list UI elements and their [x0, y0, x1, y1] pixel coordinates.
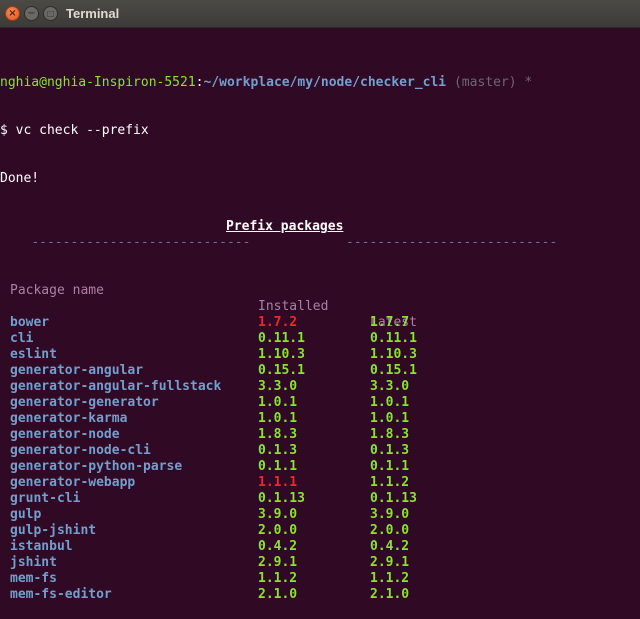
latest-version: 2.1.0	[370, 587, 410, 602]
table-row: grunt-cli 0.1.13 0.1.13	[0, 491, 640, 507]
package-name: generator-angular	[10, 363, 144, 378]
done-message: Done!	[0, 171, 40, 186]
installed-version: 1.7.2	[258, 315, 298, 330]
installed-version: 0.1.1	[258, 459, 298, 474]
package-table-body: bower 1.7.2 1.7.7 cli 0.11.1 0.11.1 eslint 1.10…	[0, 315, 640, 603]
latest-version: 1.1.2	[370, 475, 410, 490]
package-name: istanbul	[10, 539, 73, 554]
installed-version: 1.1.1	[258, 475, 298, 490]
package-name: mem-fs-editor	[10, 587, 112, 602]
installed-version: 1.1.2	[258, 571, 298, 586]
header-package-name: Package name	[10, 283, 104, 298]
table-row: gulp 3.9.0 3.9.0	[0, 507, 640, 523]
installed-version: 2.9.1	[258, 555, 298, 570]
section-divider: ---------------------------- Prefix packa…	[0, 219, 640, 250]
latest-version: 3.3.0	[370, 379, 410, 394]
table-row: istanbul 0.4.2 0.4.2	[0, 539, 640, 555]
package-name: cli	[10, 331, 34, 346]
installed-version: 1.0.1	[258, 395, 298, 410]
latest-version: 1.8.3	[370, 427, 410, 442]
minimize-window-button[interactable]: −	[24, 6, 39, 21]
latest-version: 0.15.1	[370, 363, 417, 378]
package-name: generator-webapp	[10, 475, 136, 490]
table-row: generator-python-parse 0.1.1 0.1.1	[0, 459, 640, 475]
command-line: $ vc check --prefix	[0, 123, 149, 138]
installed-version: 1.10.3	[258, 347, 305, 362]
package-name: bower	[10, 315, 50, 330]
latest-version: 3.9.0	[370, 507, 410, 522]
installed-version: 1.8.3	[258, 427, 298, 442]
installed-version: 3.3.0	[258, 379, 298, 394]
maximize-window-button[interactable]: □	[43, 6, 58, 21]
package-name: mem-fs	[10, 571, 57, 586]
package-name: gulp-jshint	[10, 523, 97, 538]
latest-version: 0.1.3	[370, 443, 410, 458]
latest-version: 1.0.1	[370, 395, 410, 410]
prompt-git-branch: (master) *	[446, 75, 533, 90]
table-row: generator-generator 1.0.1 1.0.1	[0, 395, 640, 411]
latest-version: 1.7.7	[370, 315, 410, 330]
table-row: generator-karma 1.0.1 1.0.1	[0, 411, 640, 427]
installed-version: 1.0.1	[258, 411, 298, 426]
table-row: eslint 1.10.3 1.10.3	[0, 347, 640, 363]
prompt-separator: :	[195, 75, 204, 90]
latest-version: 2.0.0	[370, 523, 410, 538]
divider-right: ---------------------------	[346, 235, 558, 250]
table-row: mem-fs 1.1.2 1.1.2	[0, 571, 640, 587]
prompt-line: nghia@nghia-Inspiron-5521:~/workplace/my…	[0, 75, 640, 91]
package-name: grunt-cli	[10, 491, 81, 506]
latest-version: 1.10.3	[370, 347, 417, 362]
table-row: mem-fs-editor 2.1.0 2.1.0	[0, 587, 640, 603]
package-name: gulp	[10, 507, 42, 522]
table-row: generator-webapp 1.1.1 1.1.2	[0, 475, 640, 491]
installed-version: 0.1.3	[258, 443, 298, 458]
table-header: Package name Installed Latest	[0, 267, 640, 330]
package-name: generator-node-cli	[10, 443, 151, 458]
installed-version: 0.15.1	[258, 363, 305, 378]
divider-left: ----------------------------	[31, 235, 251, 250]
title-bar: × − □ Terminal	[0, 0, 640, 28]
table-row: generator-angular 0.15.1 0.15.1	[0, 363, 640, 379]
latest-version: 1.0.1	[370, 411, 410, 426]
latest-version: 0.1.13	[370, 491, 417, 506]
installed-version: 0.11.1	[258, 331, 305, 346]
header-installed: Installed	[258, 299, 329, 314]
section-title: Prefix packages	[226, 219, 344, 234]
table-row: generator-node-cli 0.1.3 0.1.3	[0, 443, 640, 459]
table-row: jshint 2.9.1 2.9.1	[0, 555, 640, 571]
prompt-path: ~/workplace/my/node/checker_cli	[203, 75, 447, 90]
close-window-button[interactable]: ×	[5, 6, 20, 21]
table-row: generator-angular-fullstack 3.3.0 3.3.0	[0, 379, 640, 395]
latest-version: 2.9.1	[370, 555, 410, 570]
prompt-user-host: nghia@nghia-Inspiron-5521	[0, 75, 196, 90]
table-row: cli 0.11.1 0.11.1	[0, 331, 640, 347]
package-name: generator-karma	[10, 411, 128, 426]
installed-version: 2.1.0	[258, 587, 298, 602]
installed-version: 0.1.13	[258, 491, 305, 506]
installed-version: 2.0.0	[258, 523, 298, 538]
latest-version: 0.1.1	[370, 459, 410, 474]
installed-version: 0.4.2	[258, 539, 298, 554]
package-name: eslint	[10, 347, 57, 362]
window-title: Terminal	[66, 6, 120, 21]
table-row: gulp-jshint 2.0.0 2.0.0	[0, 523, 640, 539]
package-name: generator-python-parse	[10, 459, 183, 474]
latest-version: 1.1.2	[370, 571, 410, 586]
table-row: bower 1.7.2 1.7.7	[0, 315, 640, 331]
latest-version: 0.4.2	[370, 539, 410, 554]
installed-version: 3.9.0	[258, 507, 298, 522]
terminal-output[interactable]: nghia@nghia-Inspiron-5521:~/workplace/my…	[0, 43, 640, 619]
package-name: generator-node	[10, 427, 120, 442]
latest-version: 0.11.1	[370, 331, 417, 346]
table-row: generator-node 1.8.3 1.8.3	[0, 427, 640, 443]
package-name: jshint	[10, 555, 57, 570]
package-name: generator-angular-fullstack	[10, 379, 222, 394]
package-name: generator-generator	[10, 395, 159, 410]
